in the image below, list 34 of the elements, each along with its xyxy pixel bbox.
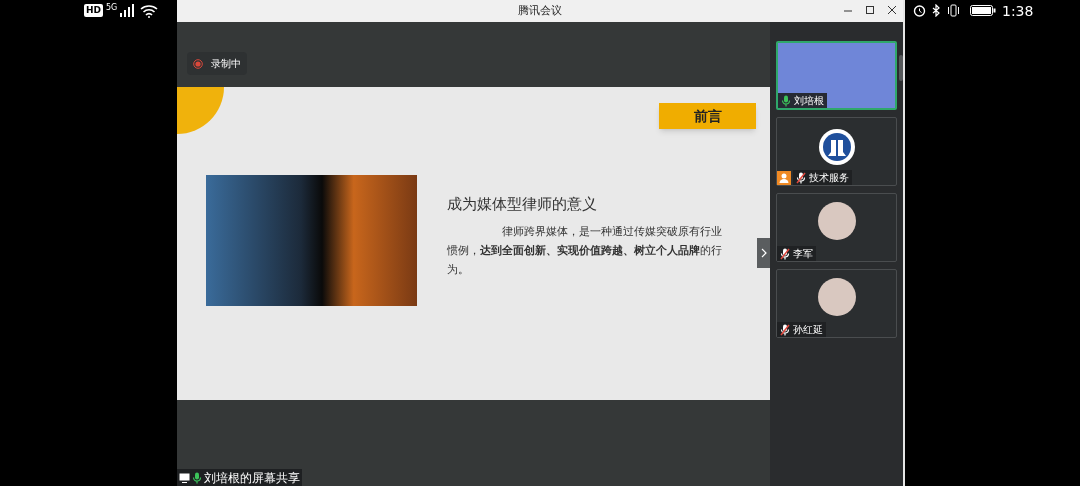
slide-tag: 前言 xyxy=(659,103,756,129)
avatar-placeholder xyxy=(817,278,856,316)
screen-share-icon xyxy=(179,472,190,483)
battery-icon xyxy=(970,4,996,17)
participant-tile[interactable]: 技术服务 xyxy=(776,117,897,186)
chevron-right-icon xyxy=(760,248,767,258)
wifi-icon xyxy=(140,4,159,18)
scrollbar-thumb[interactable] xyxy=(899,55,903,81)
window-title: 腾讯会议 xyxy=(518,2,562,19)
participant-name: 李军 xyxy=(793,248,813,259)
maximize-icon[interactable] xyxy=(865,4,875,16)
participant-name: 孙红延 xyxy=(793,324,823,335)
mic-icon xyxy=(192,471,202,484)
vibrate-icon xyxy=(947,4,960,17)
avatar-placeholder xyxy=(817,202,856,240)
record-icon xyxy=(193,58,203,69)
network-type-label: 5G xyxy=(106,4,118,12)
participant-name: 刘培根 xyxy=(794,95,824,106)
alarm-icon xyxy=(913,4,926,17)
participant-tile[interactable]: 刘培根 xyxy=(776,41,897,110)
status-time: 1:38 xyxy=(1002,4,1034,18)
recording-label: 录制中 xyxy=(211,57,241,71)
participant-tile[interactable]: 孙红延 xyxy=(776,269,897,338)
network-badge: HD xyxy=(84,4,103,17)
bluetooth-icon xyxy=(932,4,941,17)
signal-icon xyxy=(120,4,135,17)
slide-heading: 成为媒体型律师的意义 xyxy=(447,194,598,215)
slide-paragraph: 律师跨界媒体，是一种通过传媒突破原有行业惯例，达到全面创新、实现价值跨越、树立个人品牌的行为。 xyxy=(447,223,723,278)
close-icon[interactable] xyxy=(887,4,897,16)
screen-share-text: 刘培根的屏幕共享 xyxy=(204,471,300,484)
participant-name: 技术服务 xyxy=(809,172,849,183)
participant-tile[interactable]: 李军 xyxy=(776,193,897,262)
emblem-icon xyxy=(817,128,856,166)
collapse-panel-button[interactable] xyxy=(757,238,770,268)
